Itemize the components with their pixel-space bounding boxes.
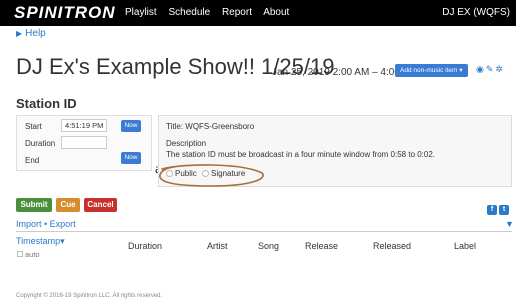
caret-right-icon: ▶ xyxy=(16,29,23,38)
help-link[interactable]: ▶ Help xyxy=(16,28,46,39)
import-export-link[interactable]: Import • Export xyxy=(16,219,76,229)
cancel-button[interactable]: Cancel xyxy=(84,198,117,212)
end-label: End xyxy=(25,156,40,165)
auto-label: auto xyxy=(25,250,40,259)
time-panel: Start 4:51:19 PM Now Duration End Now xyxy=(16,115,152,171)
pencil-icon[interactable]: ✎ xyxy=(486,64,496,74)
brand-logo[interactable]: SPINITRON xyxy=(14,3,116,23)
nav-link-report[interactable]: Report xyxy=(222,7,252,18)
title-icons: ◉✎✲ xyxy=(476,64,505,75)
nav-links: Playlist Schedule Report About xyxy=(125,7,298,18)
start-label: Start xyxy=(25,122,42,131)
description-label: Description xyxy=(166,139,207,148)
help-label: Help xyxy=(25,28,46,39)
divider xyxy=(16,231,512,232)
column-timestamp[interactable]: Timestamp▾ xyxy=(16,236,65,247)
add-non-music-item-button[interactable]: Add non-music item ▾ xyxy=(395,64,468,77)
start-time-input[interactable]: 4:51:19 PM xyxy=(61,119,107,132)
share-icons: ft xyxy=(485,198,509,216)
top-navbar: SPINITRON Playlist Schedule Report About… xyxy=(0,0,516,26)
annotation-ellipse xyxy=(159,164,264,187)
nav-link-playlist[interactable]: Playlist xyxy=(125,7,157,18)
column-release: Release xyxy=(305,241,339,251)
duration-label: Duration xyxy=(25,139,56,148)
section-title: Station ID xyxy=(16,96,77,111)
submit-button[interactable]: Submit xyxy=(16,198,52,212)
facebook-icon[interactable]: f xyxy=(487,205,497,215)
user-menu[interactable]: DJ EX (WQFS) xyxy=(442,7,510,18)
gear-icon[interactable]: ✲ xyxy=(495,64,505,74)
duration-input[interactable] xyxy=(61,136,107,149)
caret-down-icon[interactable]: ▼ xyxy=(505,219,514,229)
cue-button[interactable]: Cue xyxy=(56,198,80,212)
description-text: The station ID must be broadcast in a fo… xyxy=(166,150,436,159)
column-artist: Artist xyxy=(207,241,228,251)
checkbox-icon xyxy=(17,251,23,257)
copyright-text: Copyright © 2016-19 Spinitron LLC. All r… xyxy=(16,293,163,299)
column-duration: Duration xyxy=(128,241,163,251)
nav-link-schedule[interactable]: Schedule xyxy=(168,7,210,18)
end-now-button[interactable]: Now xyxy=(121,152,141,164)
start-now-button[interactable]: Now xyxy=(121,120,141,132)
column-song: Song xyxy=(258,241,280,251)
item-title: Title: WQFS-Greensboro xyxy=(166,122,255,131)
column-label: Label xyxy=(454,241,477,251)
eye-icon[interactable]: ◉ xyxy=(476,64,486,74)
nav-link-about[interactable]: About xyxy=(263,7,289,18)
auto-checkbox[interactable]: auto xyxy=(17,250,40,259)
twitter-icon[interactable]: t xyxy=(499,205,509,215)
column-released: Released xyxy=(373,241,412,251)
